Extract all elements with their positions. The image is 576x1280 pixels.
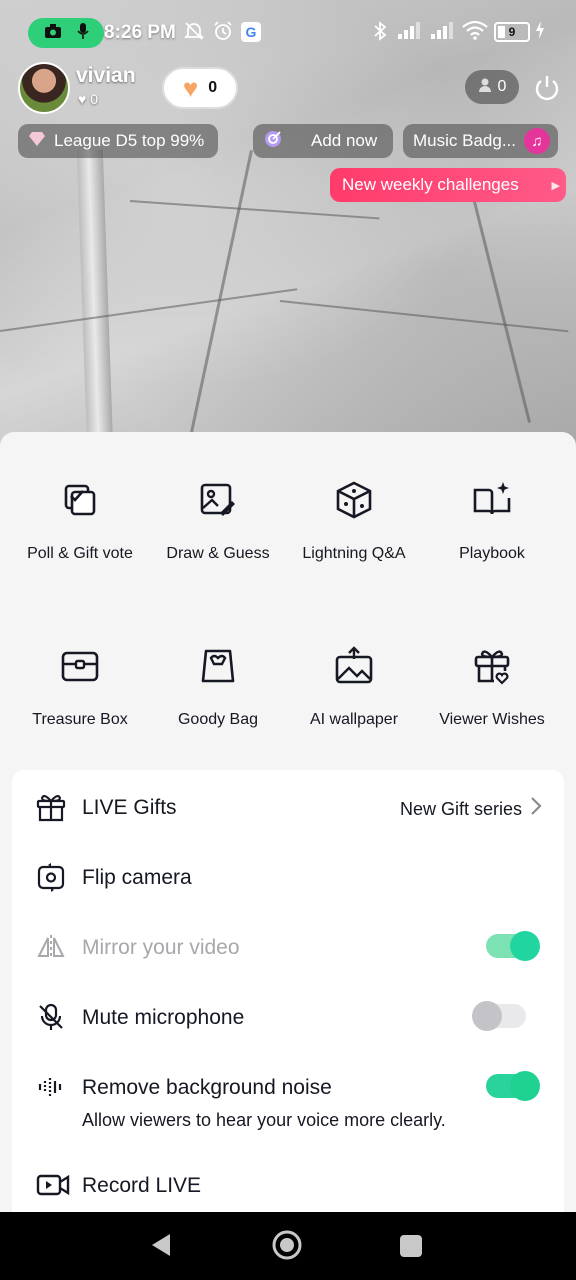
challenges-label: New weekly challenges — [342, 175, 519, 194]
goody-bag-icon — [198, 646, 238, 686]
add-now-label: Add now — [311, 131, 378, 150]
battery-icon: 9 — [494, 22, 530, 42]
viewer-count-button[interactable]: 0 — [465, 70, 519, 104]
music-badge-label: Music Badg... — [413, 131, 516, 150]
mute-microphone-label: Mute microphone — [82, 1006, 245, 1029]
charging-icon — [535, 20, 545, 45]
likes-count: ♥ 0 — [78, 91, 98, 107]
likes-value: 0 — [90, 91, 98, 107]
power-icon[interactable] — [532, 73, 562, 103]
clock: 8:26 PM — [104, 22, 176, 43]
remove-noise-row: Remove background noise Allow viewers to… — [12, 1054, 564, 1144]
background-crack — [0, 288, 298, 332]
mute-notifications-icon — [183, 20, 205, 47]
viewer-count: 0 — [497, 78, 507, 95]
chevron-right-icon: ▶ — [551, 179, 560, 192]
flip-camera-row[interactable]: Flip camera — [12, 844, 564, 904]
avatar[interactable] — [18, 62, 70, 114]
bluetooth-icon — [372, 20, 388, 47]
viewer-wishes-icon — [472, 646, 512, 686]
music-note-icon: ♫ — [524, 128, 550, 154]
background-pipe — [76, 149, 114, 450]
flip-camera-label: Flip camera — [82, 866, 192, 889]
weekly-challenges-banner[interactable]: New weekly challenges ▶ — [330, 168, 566, 202]
tool-label: AI wallpaper — [309, 711, 399, 728]
tool-treasure-box[interactable]: Treasure Box — [10, 646, 150, 732]
live-settings-sheet: Poll & Gift vote Draw & Guess Lightning … — [0, 432, 576, 1212]
tool-label: Playbook — [459, 545, 525, 562]
background-crack — [129, 200, 380, 220]
tool-label: Draw & Guess — [166, 545, 270, 562]
mirror-video-toggle[interactable] — [486, 931, 540, 961]
signal-icon — [397, 20, 425, 45]
record-live-row[interactable]: Record LIVE — [12, 1152, 564, 1212]
signal-icon — [430, 20, 458, 45]
chevron-right-icon — [530, 796, 542, 822]
remove-noise-toggle[interactable] — [486, 1071, 540, 1101]
noise-wave-icon — [36, 1072, 66, 1102]
remove-noise-label: Remove background noise — [82, 1076, 332, 1099]
person-icon — [478, 77, 492, 98]
heart-icon: ♥ — [78, 91, 87, 107]
live-gifts-label: LIVE Gifts — [82, 796, 177, 819]
navigation-bar — [0, 1212, 576, 1280]
tool-lightning-qa[interactable]: Lightning Q&A — [284, 480, 424, 566]
mute-microphone-toggle[interactable] — [472, 1001, 526, 1031]
mirror-icon — [36, 932, 66, 962]
flip-camera-icon — [36, 862, 66, 892]
camera-icon — [44, 23, 62, 44]
mirror-video-row: Mirror your video — [12, 914, 564, 974]
league-chip[interactable]: League D5 top 99% — [18, 124, 218, 158]
mic-off-icon — [36, 1002, 66, 1032]
hearts-button[interactable]: ♥ 0 — [162, 67, 238, 109]
google-icon: G — [241, 22, 261, 42]
screen-recording-indicator[interactable] — [28, 18, 104, 48]
ai-wallpaper-icon — [334, 646, 374, 686]
recents-icon[interactable] — [398, 1230, 434, 1262]
mic-icon — [76, 22, 89, 45]
video-camera-icon — [36, 1170, 70, 1200]
record-live-label: Record LIVE — [82, 1174, 202, 1197]
tool-label: Lightning Q&A — [302, 545, 406, 562]
background-crack — [470, 189, 531, 423]
diamond-icon — [28, 131, 46, 152]
hearts-count: 0 — [208, 79, 218, 96]
tool-label: Goody Bag — [177, 711, 259, 728]
target-icon — [263, 129, 283, 154]
username[interactable]: vivian — [76, 64, 136, 88]
add-now-chip[interactable]: Add now — [253, 124, 393, 158]
league-label: League D5 top 99% — [54, 131, 205, 150]
music-badge-chip[interactable]: Music Badg... ♫ — [403, 124, 558, 158]
tool-poll-gift-vote[interactable]: Poll & Gift vote — [10, 480, 150, 566]
tool-playbook[interactable]: Playbook — [422, 480, 562, 566]
live-gifts-value: New Gift series — [399, 799, 522, 819]
status-bar: 8:26 PM G 9 — [0, 16, 576, 50]
background-crack — [279, 300, 569, 333]
draw-guess-icon — [198, 480, 238, 520]
remove-noise-description: Allow viewers to hear your voice more cl… — [82, 1110, 446, 1130]
heart-icon: ♥ — [182, 72, 199, 103]
alarm-icon — [212, 20, 234, 47]
mute-microphone-row: Mute microphone — [12, 984, 564, 1044]
tool-ai-wallpaper[interactable]: AI wallpaper — [284, 646, 424, 732]
background-crack — [189, 150, 253, 435]
settings-card: LIVE Gifts New Gift series Flip camera M… — [12, 770, 564, 1212]
tool-draw-guess[interactable]: Draw & Guess — [148, 480, 288, 566]
wifi-icon — [462, 20, 488, 45]
playbook-icon — [472, 480, 512, 520]
treasure-box-icon — [60, 646, 100, 686]
tool-goody-bag[interactable]: Goody Bag — [148, 646, 288, 732]
mirror-video-label: Mirror your video — [82, 936, 240, 959]
poll-icon — [60, 480, 100, 520]
tool-label: Viewer Wishes — [439, 711, 545, 728]
home-icon[interactable] — [270, 1228, 306, 1260]
back-icon[interactable] — [148, 1230, 184, 1262]
tool-label: Poll & Gift vote — [27, 545, 133, 562]
tool-viewer-wishes[interactable]: Viewer Wishes — [422, 646, 562, 732]
battery-level: 9 — [508, 25, 516, 39]
cube-icon — [334, 480, 374, 520]
gift-icon — [36, 792, 66, 822]
tool-label: Treasure Box — [32, 711, 128, 728]
live-gifts-row[interactable]: LIVE Gifts New Gift series — [12, 774, 564, 834]
